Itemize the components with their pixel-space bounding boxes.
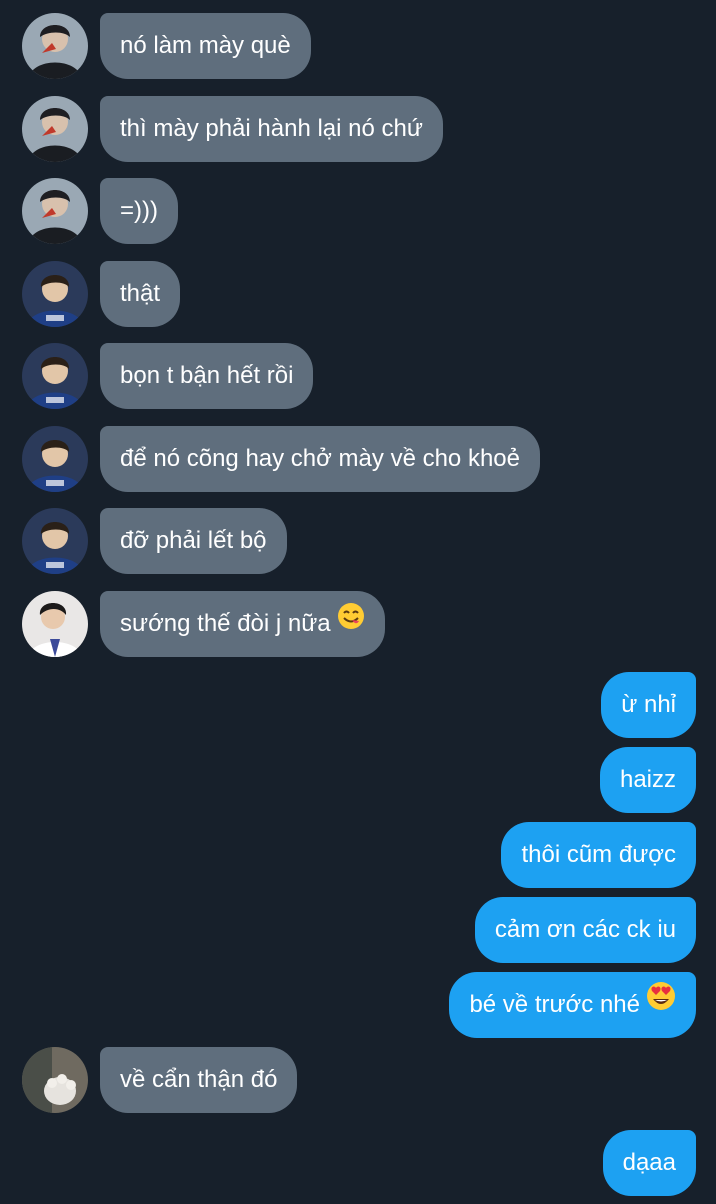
message-bubble[interactable]: haizz xyxy=(599,747,696,813)
message-bubble[interactable]: nó làm mày què xyxy=(100,13,311,79)
avatar[interactable] xyxy=(22,426,88,492)
message-incoming: thật xyxy=(0,261,716,327)
message-incoming: về cẩn thận đó xyxy=(0,1047,716,1113)
avatar[interactable] xyxy=(22,343,88,409)
message-text: sướng thế đòi j nữa xyxy=(120,610,331,637)
message-text: bé về trước nhé xyxy=(469,991,640,1018)
message-incoming: nó làm mày què xyxy=(0,13,716,79)
message-bubble[interactable]: bọn t bận hết rồi xyxy=(100,343,314,409)
message-outgoing: bé về trước nhé xyxy=(0,972,716,1038)
user-photo-icon xyxy=(22,343,88,409)
message-bubble[interactable]: thôi cũm được xyxy=(501,822,696,888)
message-bubble[interactable]: cảm ơn các ck iu xyxy=(474,897,696,963)
user-photo-icon xyxy=(22,1047,88,1113)
message-bubble[interactable]: thì mày phải hành lại nó chứ xyxy=(100,96,443,162)
message-incoming: sướng thế đòi j nữa xyxy=(0,591,716,657)
message-incoming: đỡ phải lết bộ xyxy=(0,508,716,574)
message-bubble[interactable]: ừ nhỉ xyxy=(601,672,696,738)
message-bubble[interactable]: đỡ phải lết bộ xyxy=(100,508,287,574)
avatar[interactable] xyxy=(22,178,88,244)
message-bubble[interactable]: thật xyxy=(100,261,181,327)
user-photo-icon xyxy=(22,261,88,327)
avatar[interactable] xyxy=(22,508,88,574)
avatar[interactable] xyxy=(22,96,88,162)
message-bubble[interactable]: =))) xyxy=(100,178,178,244)
message-outgoing: haizz xyxy=(0,747,716,813)
chat-thread: nó làm mày què thì mày phải hành lại nó … xyxy=(0,0,716,1204)
message-bubble[interactable]: để nó cõng hay chở mày về cho khoẻ xyxy=(100,426,540,492)
user-photo-icon xyxy=(22,426,88,492)
message-incoming: bọn t bận hết rồi xyxy=(0,343,716,409)
avatar[interactable] xyxy=(22,591,88,657)
message-incoming: thì mày phải hành lại nó chứ xyxy=(0,96,716,162)
user-photo-icon xyxy=(22,96,88,162)
user-photo-icon xyxy=(22,591,88,657)
message-bubble[interactable]: bé về trước nhé xyxy=(449,972,696,1038)
message-incoming: =))) xyxy=(0,178,716,244)
avatar[interactable] xyxy=(22,261,88,327)
user-photo-icon xyxy=(22,508,88,574)
message-bubble[interactable]: sướng thế đòi j nữa xyxy=(100,591,385,657)
yum-emoji-icon xyxy=(337,590,365,656)
message-outgoing: cảm ơn các ck iu xyxy=(0,897,716,963)
user-photo-icon xyxy=(22,13,88,79)
message-outgoing: thôi cũm được xyxy=(0,822,716,888)
message-bubble[interactable]: về cẩn thận đó xyxy=(100,1047,298,1113)
message-outgoing: dạaa xyxy=(0,1130,716,1196)
avatar[interactable] xyxy=(22,1047,88,1113)
heart-eyes-emoji-icon xyxy=(646,971,676,1037)
message-outgoing: ừ nhỉ xyxy=(0,672,716,738)
avatar[interactable] xyxy=(22,13,88,79)
message-bubble[interactable]: dạaa xyxy=(602,1130,696,1196)
user-photo-icon xyxy=(22,178,88,244)
message-incoming: để nó cõng hay chở mày về cho khoẻ xyxy=(0,426,716,492)
